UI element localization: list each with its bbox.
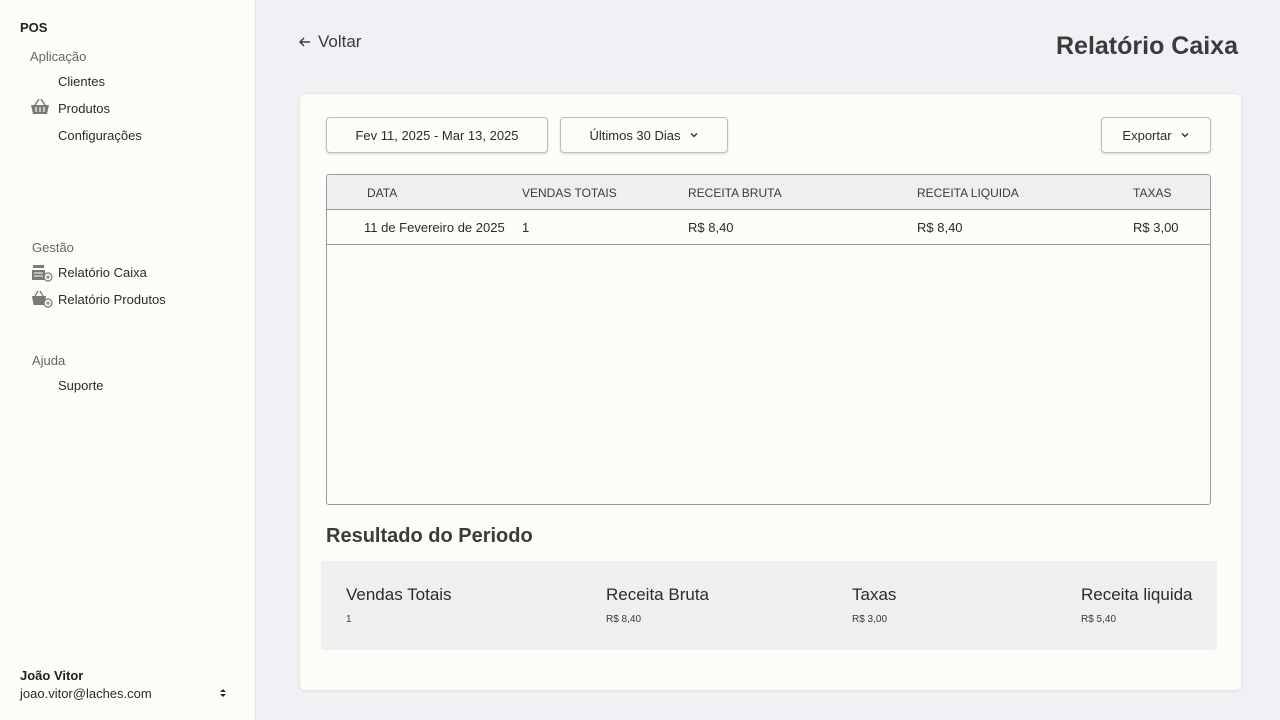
export-button[interactable]: Exportar bbox=[1101, 117, 1211, 153]
column-header-vendas-totais[interactable]: VENDAS TOTAIS bbox=[522, 186, 617, 200]
group-label-gestao: Gestão bbox=[32, 240, 74, 255]
user-name: João Vitor bbox=[20, 668, 84, 683]
sidebar-item-configuracoes[interactable]: Configurações bbox=[58, 128, 142, 143]
sidebar-item-relatorio-caixa[interactable]: Relatório Caixa bbox=[58, 265, 147, 280]
chevron-down-icon bbox=[690, 133, 697, 138]
sidebar-item-clientes[interactable]: Clientes bbox=[58, 74, 105, 89]
summary-value-taxas: R$ 3,00 bbox=[852, 614, 888, 625]
summary-panel: Vendas Totais 1 Receita Bruta R$ 8,40 Ta… bbox=[321, 561, 1217, 650]
summary-label-receita-liquida: Receita liquida bbox=[1081, 585, 1193, 604]
cell-data: 11 de Fevereiro de 2025 bbox=[364, 220, 505, 235]
summary-label-taxas: Taxas bbox=[852, 585, 897, 604]
date-range-label: Fev 11, 2025 - Mar 13, 2025 bbox=[355, 127, 519, 143]
date-range-picker[interactable]: Fev 11, 2025 - Mar 13, 2025 bbox=[326, 117, 548, 153]
report-table: DATA VENDAS TOTAIS RECEITA BRUTA RECEITA… bbox=[326, 174, 1211, 505]
summary-title: Resultado do Periodo bbox=[326, 525, 533, 547]
group-label-aplicacao: Aplicação bbox=[30, 49, 87, 64]
cell-vendas-totais: 1 bbox=[522, 220, 530, 235]
sidebar-item-produtos[interactable]: Produtos bbox=[58, 101, 110, 116]
arrow-left-icon bbox=[299, 37, 310, 47]
summary-value-vendas-totais: 1 bbox=[346, 614, 352, 625]
export-label: Exportar bbox=[1122, 127, 1172, 143]
column-header-receita-liquida[interactable]: RECEITA LIQUIDA bbox=[917, 186, 1019, 200]
table-row[interactable]: 11 de Fevereiro de 2025 1 R$ 8,40 R$ 8,4… bbox=[327, 210, 1210, 245]
column-header-receita-bruta[interactable]: RECEITA BRUTA bbox=[688, 186, 782, 200]
sidebar: POS Aplicação Clientes Produtos Configur… bbox=[0, 0, 256, 720]
table-header: DATA VENDAS TOTAIS RECEITA BRUTA RECEITA… bbox=[327, 175, 1210, 210]
basket-icon bbox=[31, 98, 49, 114]
cell-receita-bruta: R$ 8,40 bbox=[688, 220, 734, 235]
summary-label-vendas-totais: Vendas Totais bbox=[346, 585, 452, 604]
basket-report-icon bbox=[32, 290, 53, 308]
cell-receita-liquida: R$ 8,40 bbox=[917, 220, 963, 235]
period-select[interactable]: Últimos 30 Dias bbox=[560, 117, 728, 153]
cell-taxas: R$ 3,00 bbox=[1133, 220, 1179, 235]
sidebar-item-relatorio-produtos[interactable]: Relatório Produtos bbox=[58, 292, 166, 307]
period-label: Últimos 30 Dias bbox=[589, 127, 681, 143]
group-label-ajuda: Ajuda bbox=[32, 353, 66, 368]
sidebar-item-suporte[interactable]: Suporte bbox=[58, 378, 104, 393]
summary-label-receita-bruta: Receita Bruta bbox=[606, 585, 709, 604]
chevron-updown-icon[interactable] bbox=[217, 686, 229, 700]
user-email: joao.vitor@laches.com bbox=[20, 686, 152, 701]
column-header-taxas[interactable]: TAXAS bbox=[1133, 186, 1171, 200]
summary-value-receita-bruta: R$ 8,40 bbox=[606, 614, 642, 625]
cash-register-report-icon bbox=[32, 265, 53, 282]
back-button[interactable]: Voltar bbox=[298, 32, 361, 52]
report-card: Fev 11, 2025 - Mar 13, 2025 Últimos 30 D… bbox=[299, 93, 1242, 691]
summary-value-receita-liquida: R$ 5,40 bbox=[1081, 614, 1117, 625]
column-header-data[interactable]: DATA bbox=[367, 186, 397, 200]
chevron-down-icon bbox=[1181, 133, 1189, 138]
back-label: Voltar bbox=[318, 32, 362, 51]
brand-title: POS bbox=[20, 20, 48, 35]
page-title: Relatório Caixa bbox=[1055, 32, 1238, 60]
